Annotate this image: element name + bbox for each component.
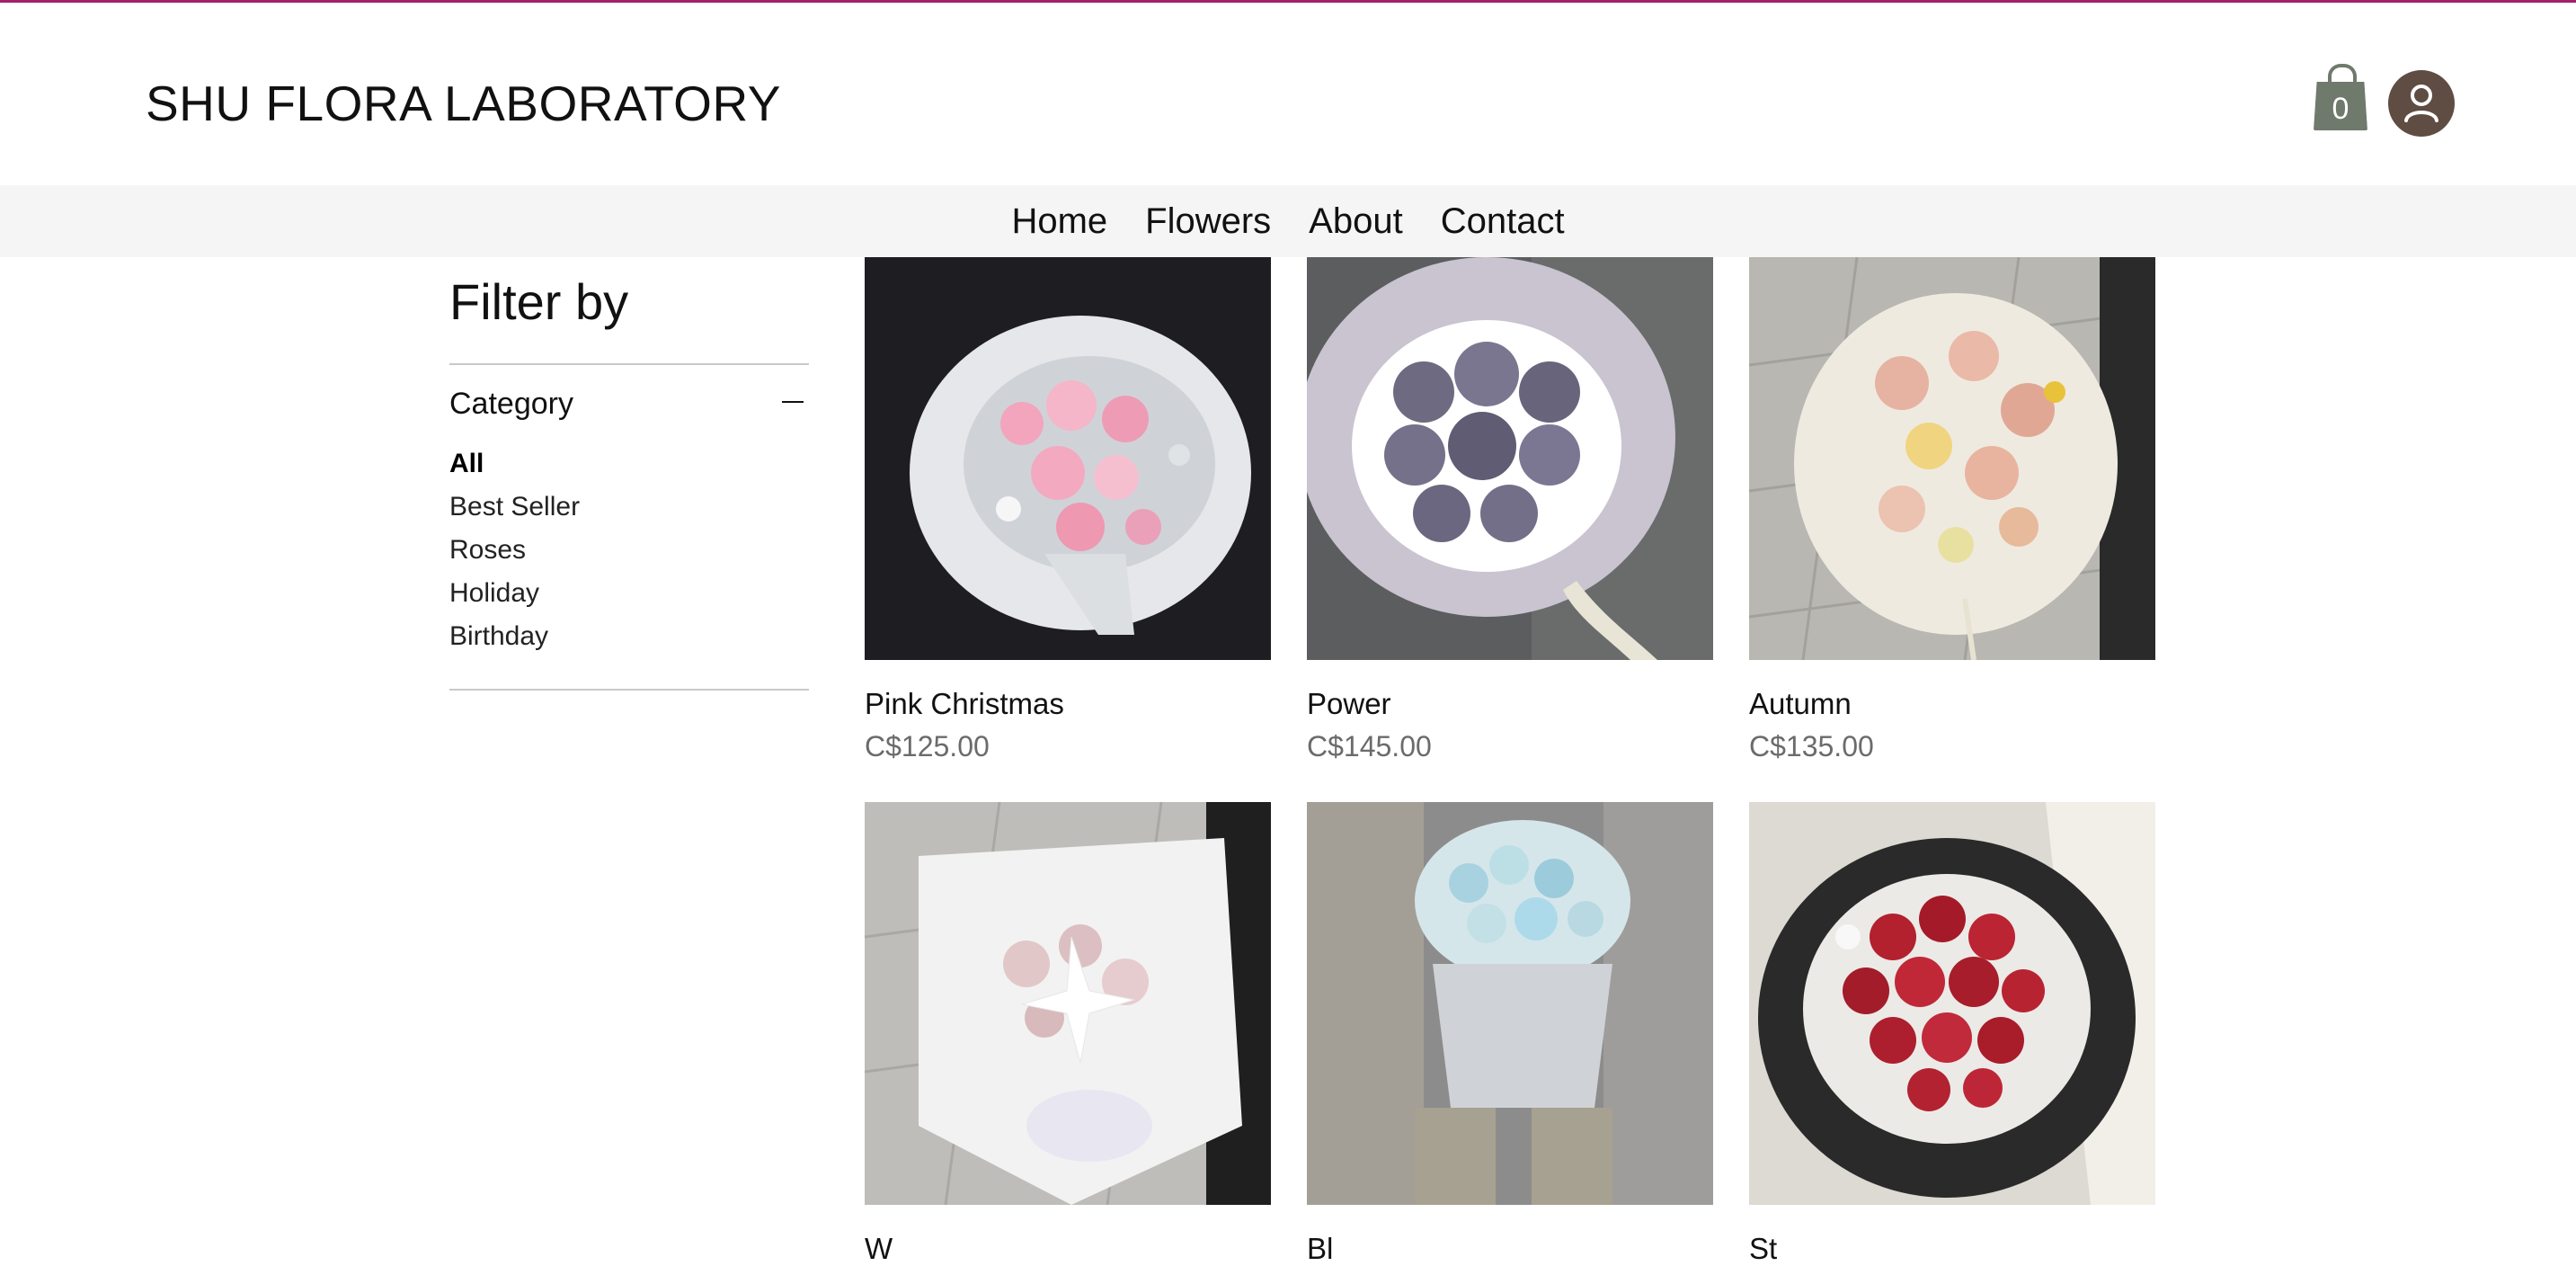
product-image[interactable] [1749, 802, 2155, 1205]
product-price: C$125.00 [865, 730, 990, 762]
category-roses[interactable]: Roses [449, 529, 809, 572]
category-birthday[interactable]: Birthday [449, 615, 809, 658]
product-card[interactable]: Power C$145.00 [1307, 257, 1713, 763]
product-card[interactable]: Autumn C$135.00 [1749, 257, 2155, 763]
cart-count: 0 [2332, 91, 2349, 126]
category-holiday[interactable]: Holiday [449, 572, 809, 615]
product-card[interactable]: Pink Christmas C$125.00 [865, 257, 1271, 763]
product-image[interactable] [865, 802, 1271, 1205]
category-label: Category [449, 387, 573, 421]
product-name[interactable]: W [865, 1232, 1271, 1266]
collapse-minus-icon[interactable] [782, 401, 804, 403]
filter-panel: Filter by Category All Best Seller Roses… [449, 270, 809, 691]
site-title[interactable]: SHU FLORA LABORATORY [146, 75, 781, 132]
category-best-seller[interactable]: Best Seller [449, 486, 809, 529]
filter-title: Filter by [449, 273, 629, 330]
product-image[interactable] [1749, 257, 2155, 660]
category-header[interactable]: Category [449, 365, 809, 437]
product-image[interactable] [1307, 802, 1713, 1205]
main-nav: Home Flowers About Contact [0, 185, 2576, 257]
nav-item-about[interactable]: About [1309, 201, 1403, 242]
category-all[interactable]: All [449, 442, 809, 486]
product-card[interactable]: St [1749, 802, 2155, 1275]
product-name[interactable]: Bl [1307, 1232, 1713, 1266]
category-list: All Best Seller Roses Holiday Birthday [449, 442, 809, 658]
product-price: C$145.00 [1307, 730, 1432, 762]
nav-item-flowers[interactable]: Flowers [1145, 201, 1271, 242]
product-card[interactable]: W [865, 802, 1271, 1275]
product-name[interactable]: St [1749, 1232, 2155, 1266]
nav-item-home[interactable]: Home [1011, 201, 1107, 242]
product-name[interactable]: Pink Christmas [865, 687, 1271, 721]
product-price: C$135.00 [1749, 730, 1874, 762]
product-image[interactable] [1307, 257, 1713, 660]
cart-button[interactable]: 0 [2314, 64, 2367, 130]
product-card[interactable]: Bl [1307, 802, 1713, 1275]
product-name[interactable]: Autumn [1749, 687, 2155, 721]
product-image[interactable] [865, 257, 1271, 660]
product-name[interactable]: Power [1307, 687, 1713, 721]
filter-divider-bottom [449, 689, 809, 691]
nav-item-contact[interactable]: Contact [1441, 201, 1565, 242]
user-avatar-icon[interactable] [2388, 70, 2455, 137]
site-header: SHU FLORA LABORATORY 0 [0, 3, 2576, 185]
